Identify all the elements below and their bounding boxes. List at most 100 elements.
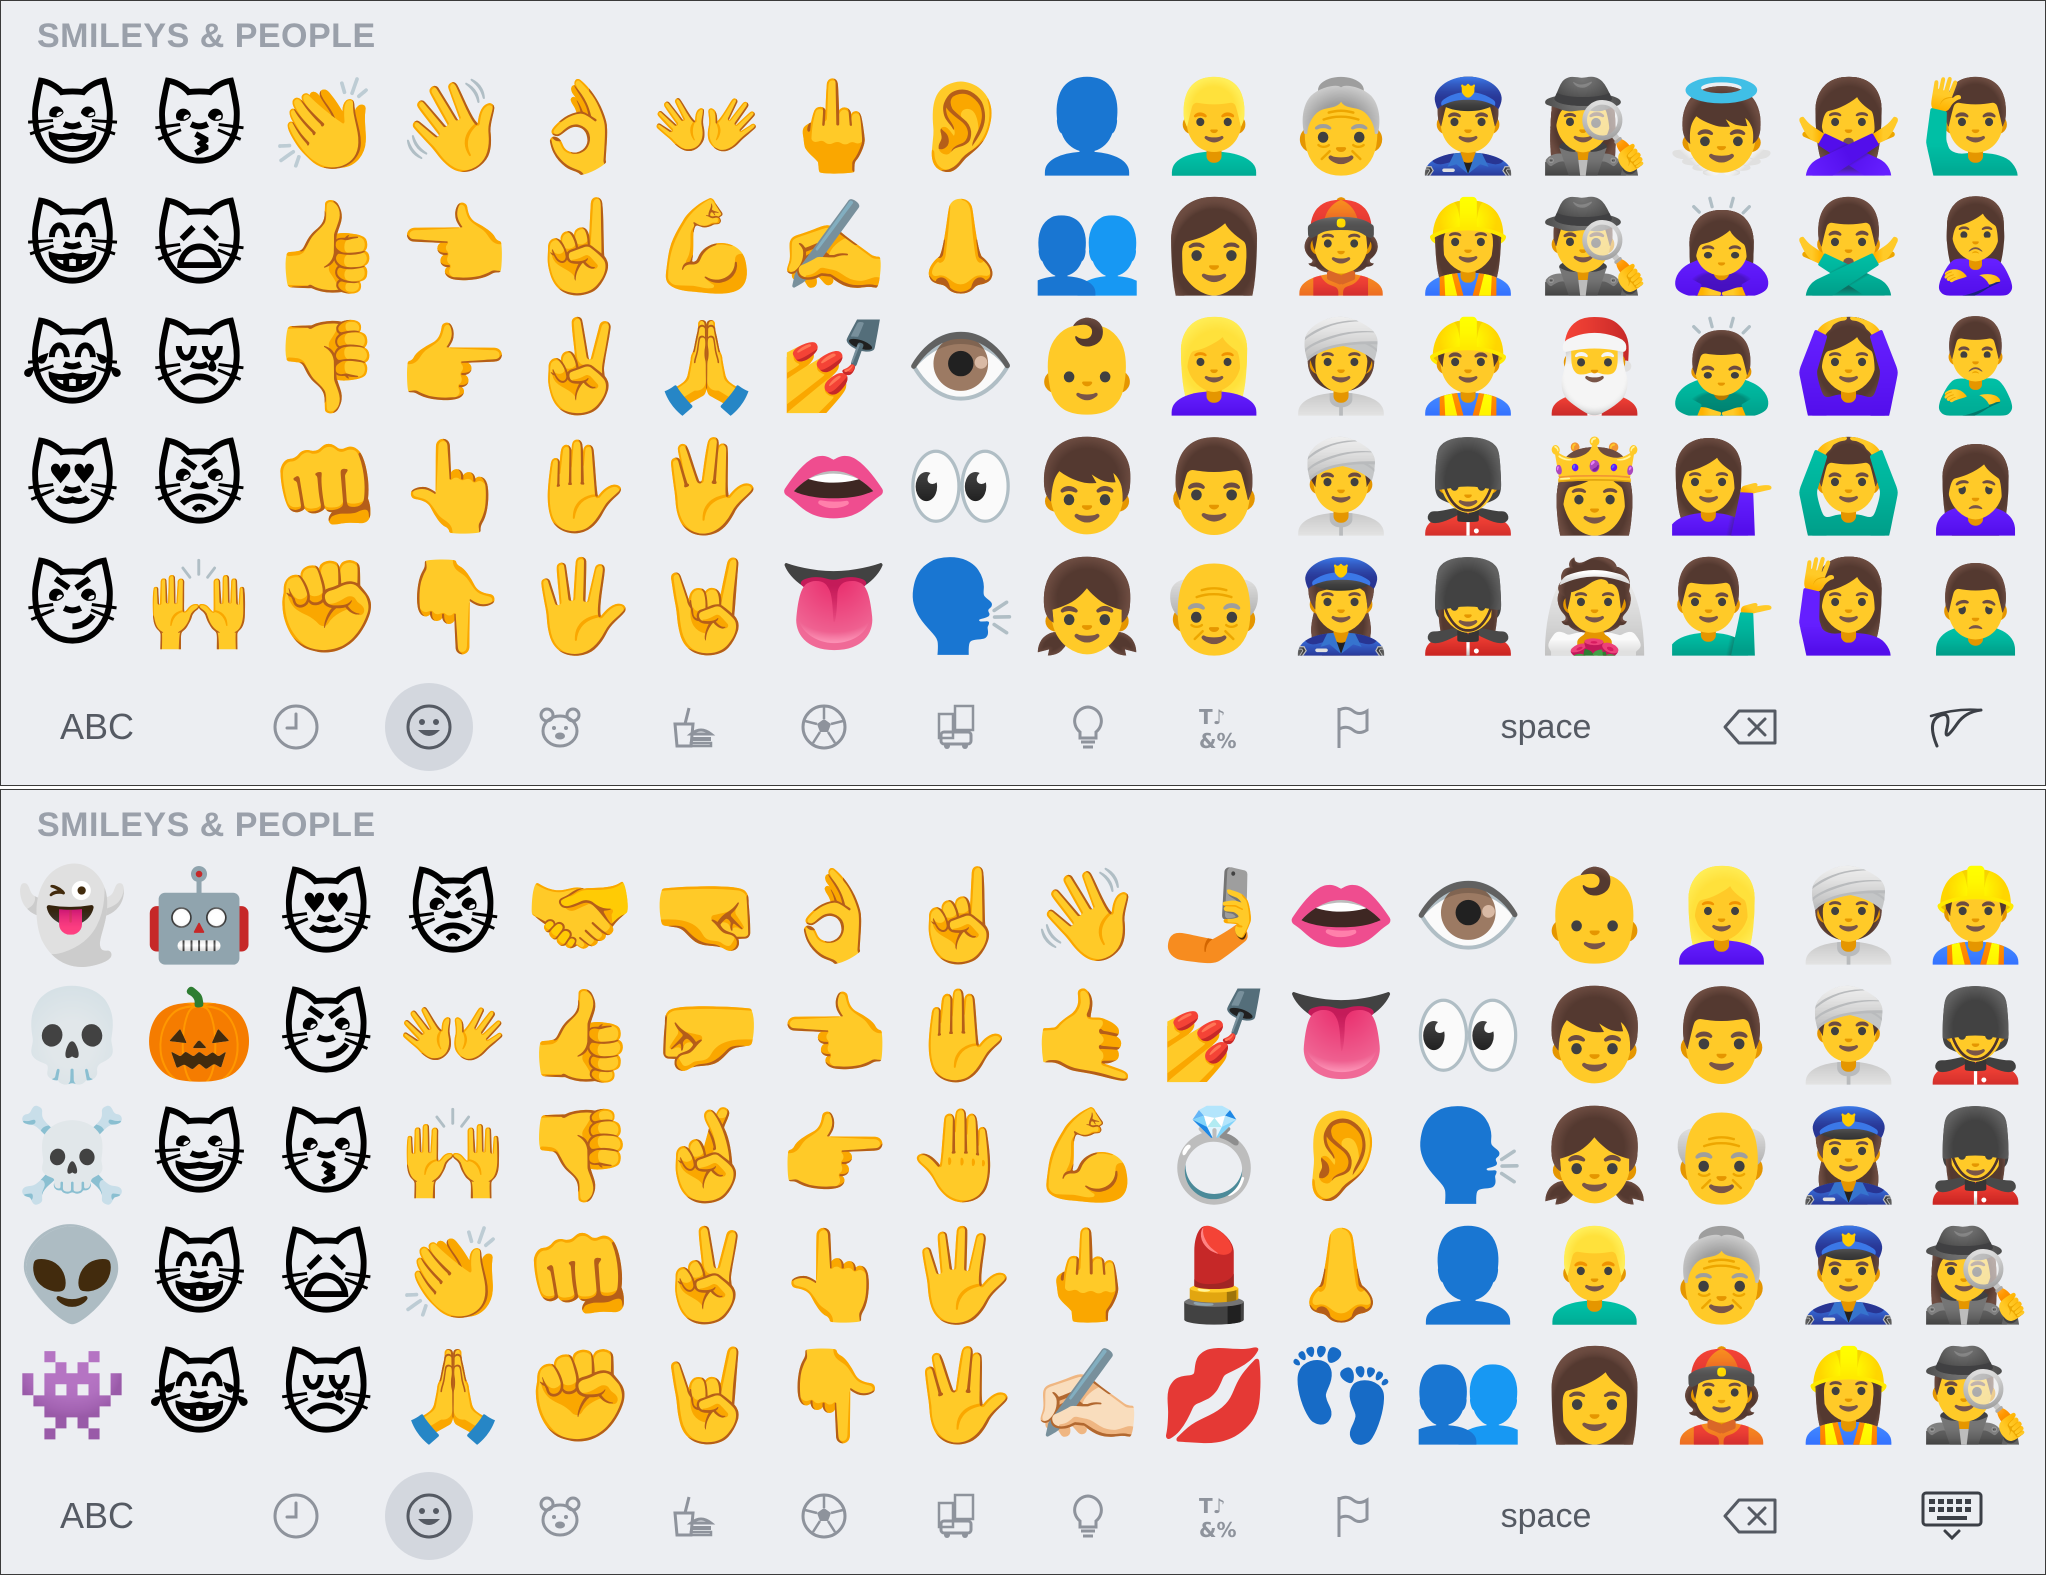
emoji-key[interactable]: 🙎‍♂️ bbox=[1912, 307, 2039, 427]
emoji-key[interactable]: 👳‍♂️ bbox=[1278, 427, 1405, 547]
category-food-button[interactable] bbox=[649, 1476, 735, 1556]
emoji-key[interactable]: 🤖 bbox=[136, 856, 263, 976]
emoji-key[interactable]: 🖐️ bbox=[517, 547, 644, 667]
emoji-key[interactable]: 🎅 bbox=[1532, 307, 1659, 427]
emoji-key[interactable]: 🙍‍♂️ bbox=[1912, 547, 2039, 667]
emoji-key[interactable]: 😼 bbox=[9, 547, 136, 667]
emoji-key[interactable]: 🙆‍♂️ bbox=[1785, 427, 1912, 547]
emoji-key[interactable]: 🙆‍♀️ bbox=[1785, 307, 1912, 427]
emoji-key[interactable]: 👦 bbox=[1024, 427, 1151, 547]
emoji-key[interactable]: 😹 bbox=[9, 307, 136, 427]
emoji-key[interactable]: 👋 bbox=[390, 67, 517, 187]
emoji-key[interactable]: 👧 bbox=[1024, 547, 1151, 667]
emoji-key[interactable]: 🎃 bbox=[136, 976, 263, 1096]
emoji-key[interactable]: 👥 bbox=[1405, 1336, 1532, 1456]
emoji-key[interactable]: 👣 bbox=[1278, 1336, 1405, 1456]
emoji-key[interactable]: 👋 bbox=[1024, 856, 1151, 976]
emoji-key[interactable]: 👎 bbox=[517, 1096, 644, 1216]
category-symbols-button[interactable]: T♪ &% bbox=[1177, 687, 1263, 767]
emoji-key[interactable]: 🖐️ bbox=[897, 1216, 1024, 1336]
emoji-key[interactable]: 👷‍♀️ bbox=[1405, 187, 1532, 307]
emoji-key[interactable]: ✊ bbox=[263, 547, 390, 667]
space-bar[interactable]: space bbox=[1421, 1476, 1671, 1556]
emoji-key[interactable]: 👰 bbox=[1532, 547, 1659, 667]
emoji-key[interactable]: 👅 bbox=[770, 547, 897, 667]
emoji-key[interactable]: 👥 bbox=[1024, 187, 1151, 307]
emoji-key[interactable]: 💅 bbox=[1151, 976, 1278, 1096]
emoji-key[interactable]: 🕵️‍♂️ bbox=[1912, 1336, 2039, 1456]
emoji-key[interactable]: 🕵️‍♂️ bbox=[1532, 187, 1659, 307]
emoji-key[interactable]: 👮‍♂️ bbox=[1785, 1216, 1912, 1336]
emoji-key[interactable]: 👷‍♂️ bbox=[1912, 856, 2039, 976]
emoji-key[interactable]: 👩 bbox=[1151, 187, 1278, 307]
emoji-key[interactable]: 💄 bbox=[1151, 1216, 1278, 1336]
emoji-key[interactable]: 👁️ bbox=[897, 307, 1024, 427]
category-travel-button[interactable] bbox=[913, 687, 999, 767]
emoji-key[interactable]: 👦 bbox=[1532, 976, 1659, 1096]
emoji-key[interactable]: 👉 bbox=[770, 1096, 897, 1216]
emoji-key[interactable]: 👂 bbox=[1278, 1096, 1405, 1216]
emoji-key[interactable]: 👲 bbox=[1278, 187, 1405, 307]
category-symbols-button[interactable]: T♪ &% bbox=[1177, 1476, 1263, 1556]
emoji-key[interactable]: 😸 bbox=[136, 1216, 263, 1336]
emoji-key[interactable]: ☠️ bbox=[9, 1096, 136, 1216]
emoji-key[interactable]: 🖕 bbox=[770, 67, 897, 187]
emoji-key[interactable]: 😺 bbox=[136, 1096, 263, 1216]
emoji-key[interactable]: 👱‍♀️ bbox=[1151, 307, 1278, 427]
emoji-key[interactable]: 💀 bbox=[9, 976, 136, 1096]
emoji-key[interactable]: ☝️ bbox=[517, 187, 644, 307]
emoji-key[interactable]: 👎 bbox=[263, 307, 390, 427]
emoji-key[interactable]: ☝️ bbox=[897, 856, 1024, 976]
emoji-key[interactable]: 😾 bbox=[390, 856, 517, 976]
emoji-key[interactable]: 🙏 bbox=[643, 307, 770, 427]
emoji-key[interactable]: 🙀 bbox=[263, 1216, 390, 1336]
emoji-key[interactable]: 😽 bbox=[263, 1096, 390, 1216]
emoji-key[interactable]: 🤙 bbox=[1024, 976, 1151, 1096]
emoji-key[interactable]: 🙇‍♂️ bbox=[1658, 307, 1785, 427]
emoji-key[interactable]: 👏 bbox=[263, 67, 390, 187]
emoji-key[interactable]: 👳‍♂️ bbox=[1785, 976, 1912, 1096]
emoji-key[interactable]: 🤛 bbox=[643, 976, 770, 1096]
emoji-key[interactable]: 😼 bbox=[263, 976, 390, 1096]
emoji-key[interactable]: 🙅‍♂️ bbox=[1785, 187, 1912, 307]
emoji-key[interactable]: 😻 bbox=[9, 427, 136, 547]
emoji-key[interactable]: 👱‍♂️ bbox=[1151, 67, 1278, 187]
emoji-key[interactable]: 👊 bbox=[263, 427, 390, 547]
emoji-key[interactable]: 👊 bbox=[517, 1216, 644, 1336]
emoji-key[interactable]: 👤 bbox=[1024, 67, 1151, 187]
category-objects-button[interactable] bbox=[1045, 687, 1131, 767]
emoji-key[interactable]: 🙇‍♀️ bbox=[1658, 187, 1785, 307]
emoji-key[interactable]: ✍🏻 bbox=[1024, 1336, 1151, 1456]
emoji-key[interactable]: 👃 bbox=[897, 187, 1024, 307]
emoji-key[interactable]: 😸 bbox=[9, 187, 136, 307]
emoji-key[interactable]: 👼 bbox=[1658, 67, 1785, 187]
category-activity-button[interactable] bbox=[781, 687, 867, 767]
emoji-key[interactable]: ✌️ bbox=[643, 1216, 770, 1336]
emoji-key[interactable]: 🗣️ bbox=[1405, 1096, 1532, 1216]
emoji-key[interactable]: 💁‍♀️ bbox=[1658, 427, 1785, 547]
category-recent-button[interactable] bbox=[253, 687, 339, 767]
emoji-key[interactable]: 👁️ bbox=[1405, 856, 1532, 976]
emoji-key[interactable]: 👇 bbox=[390, 547, 517, 667]
emoji-key[interactable]: ✌️ bbox=[517, 307, 644, 427]
emoji-key[interactable]: 👴 bbox=[1151, 547, 1278, 667]
emoji-key[interactable]: 🤞 bbox=[643, 1096, 770, 1216]
delete-button[interactable] bbox=[1705, 1476, 1795, 1556]
dismiss-keyboard-button[interactable] bbox=[1907, 1476, 1997, 1556]
emoji-key[interactable]: 👆 bbox=[770, 1216, 897, 1336]
emoji-key[interactable]: 👍 bbox=[517, 976, 644, 1096]
space-bar[interactable]: space bbox=[1421, 687, 1671, 767]
emoji-key[interactable]: 👵 bbox=[1658, 1216, 1785, 1336]
emoji-key[interactable]: 💍 bbox=[1151, 1096, 1278, 1216]
emoji-key[interactable]: 🙍‍♀️ bbox=[1912, 427, 2039, 547]
emoji-key[interactable]: 🙌 bbox=[136, 547, 263, 667]
emoji-key[interactable]: 👷‍♀️ bbox=[1785, 1336, 1912, 1456]
emoji-key[interactable]: 🕵️‍♀️ bbox=[1912, 1216, 2039, 1336]
emoji-key[interactable]: 👾 bbox=[9, 1336, 136, 1456]
emoji-key[interactable]: 👱‍♂️ bbox=[1532, 1216, 1659, 1336]
emoji-key[interactable]: 👅 bbox=[1278, 976, 1405, 1096]
emoji-key[interactable]: 👌 bbox=[770, 856, 897, 976]
emoji-key[interactable]: 💂‍♂️ bbox=[1405, 427, 1532, 547]
category-recent-button[interactable] bbox=[253, 1476, 339, 1556]
emoji-key[interactable]: 👮‍♀️ bbox=[1785, 1096, 1912, 1216]
